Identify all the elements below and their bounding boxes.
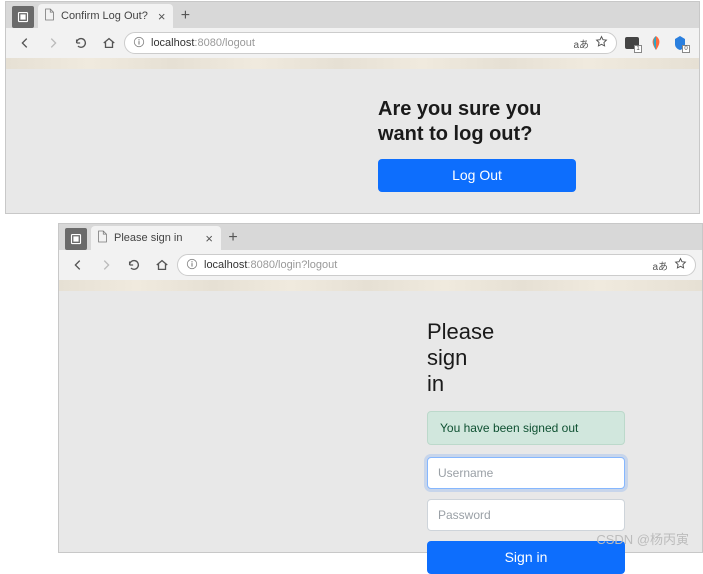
tab-strip: Please sign in × + [59,224,702,250]
nav-toolbar: localhost:8080/logout aあ 1 0 [6,28,699,58]
tab-actions-icon[interactable] [65,228,87,250]
extension-icon[interactable]: 1 [623,34,641,52]
logout-button[interactable]: Log Out [378,159,576,192]
browser-tab[interactable]: Confirm Log Out? × [38,4,173,28]
back-button[interactable] [65,252,91,278]
site-info-icon[interactable] [186,258,198,273]
read-aloud-icon[interactable]: aあ [652,258,668,273]
tab-title: Confirm Log Out? [61,10,148,22]
extension-icon[interactable] [647,34,665,52]
page-icon [44,8,55,24]
logout-heading: Are you sure you want to log out? [378,97,699,147]
new-tab-button[interactable]: + [221,226,245,250]
extension-area: 1 0 [619,34,693,52]
forward-button[interactable] [93,252,119,278]
password-input[interactable] [427,499,625,531]
back-button[interactable] [12,30,38,56]
tab-actions-icon[interactable] [12,6,34,28]
new-tab-button[interactable]: + [173,4,197,28]
extension-icon[interactable]: 0 [671,34,689,52]
tab-strip: Confirm Log Out? × + [6,2,699,28]
url-text: localhost:8080/logout [151,37,255,49]
signin-button[interactable]: Sign in [427,541,625,574]
refresh-button[interactable] [68,30,94,56]
bookmark-bar [6,58,699,69]
tab-title: Please sign in [114,232,183,244]
username-input[interactable] [427,457,625,489]
nav-toolbar: localhost:8080/login?logout aあ [59,250,702,280]
refresh-button[interactable] [121,252,147,278]
url-text: localhost:8080/login?logout [204,259,337,271]
home-button[interactable] [149,252,175,278]
site-info-icon[interactable] [133,36,145,51]
logout-panel: Are you sure you want to log out? Log Ou… [6,69,699,192]
browser-tab[interactable]: Please sign in × [91,226,221,250]
browser-window-2: Please sign in × + localhost:8080/login?… [58,223,703,553]
page-icon [97,230,108,246]
address-bar[interactable]: localhost:8080/login?logout aあ [177,254,696,276]
read-aloud-icon[interactable]: aあ [573,36,589,51]
favorite-icon[interactable] [595,35,608,51]
forward-button[interactable] [40,30,66,56]
bookmark-bar [59,280,702,291]
address-bar[interactable]: localhost:8080/logout aあ [124,32,617,54]
page-content: Please sign in You have been signed out … [59,291,702,552]
close-icon[interactable]: × [201,231,217,246]
favorite-icon[interactable] [674,257,687,273]
home-button[interactable] [96,30,122,56]
browser-window-1: Confirm Log Out? × + localhost:8080/logo… [5,1,700,214]
close-icon[interactable]: × [154,9,170,24]
signin-panel: Please sign in You have been signed out … [59,291,427,574]
signout-alert: You have been signed out [427,411,625,445]
page-content: Are you sure you want to log out? Log Ou… [6,69,699,213]
watermark: CSDN @杨丙寅 [596,529,689,548]
